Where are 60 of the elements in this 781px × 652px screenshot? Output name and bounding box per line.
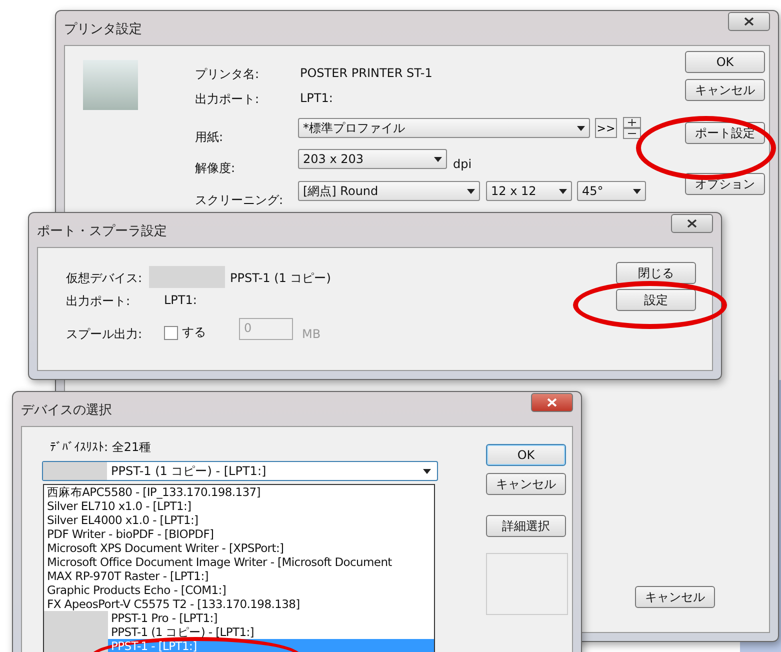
device-list-item[interactable]: FX ApeosPort-V C5575 T2 - [133.170.198.138]: [44, 597, 434, 611]
field-value: POSTER PRINTER ST-1: [300, 66, 432, 80]
redacted-block: [43, 462, 107, 480]
device-list-item[interactable]: 西麻布APC5580 - [IP_133.170.198.137]: [44, 485, 434, 499]
close-icon: [547, 398, 557, 407]
more-button[interactable]: >>: [595, 118, 617, 138]
resolution-select[interactable]: 203 x 203: [298, 149, 447, 169]
device-list-item[interactable]: Silver EL710 x1.0 - [LPT1:]: [44, 499, 434, 513]
device-list-item[interactable]: MAX RP-970T Raster - [LPT1:]: [44, 569, 434, 583]
close-button[interactable]: [671, 214, 713, 233]
field-label: スプール出力:: [66, 326, 142, 343]
field-label: 用紙:: [195, 129, 224, 146]
window-title: デバイスの選択: [21, 402, 112, 419]
device-list-item[interactable]: PDF Writer - bioPDF - [BIOPDF]: [44, 527, 434, 541]
list-label: ﾃﾞﾊﾞｲｽﾘｽﾄ: 全21種: [50, 439, 152, 456]
field-label: 仮想デバイス:: [66, 270, 142, 287]
dialog-button[interactable]: OK: [486, 444, 566, 466]
screening-select[interactable]: 12 x 12: [486, 181, 572, 201]
device-list-item[interactable]: Graphic Products Echo - [COM1:]: [44, 583, 434, 597]
close-icon: [744, 17, 754, 26]
field-label: 出力ポート:: [195, 91, 260, 108]
dialog-button[interactable]: キャンセル: [685, 79, 765, 101]
field-label: スクリーニング:: [195, 192, 284, 209]
unit-label: dpi: [453, 157, 472, 171]
unit-label: MB: [302, 327, 321, 341]
plus-minus-icon[interactable]: [623, 117, 641, 139]
window-title: プリンタ設定: [64, 21, 142, 38]
field-value: PPST-1 (1 コピー): [230, 270, 331, 287]
dropdown-arrow-icon: [559, 188, 567, 194]
printer-photo-placeholder: [83, 60, 138, 110]
dialog-button[interactable]: OK: [685, 51, 765, 73]
field-label: プリンタ名:: [195, 66, 260, 83]
close-icon: [687, 219, 697, 228]
device-combo[interactable]: PPST-1 (1 コピー) - [LPT1:]: [42, 461, 438, 481]
field-value: LPT1:: [300, 91, 333, 105]
device-list-item[interactable]: Silver EL4000 x1.0 - [LPT1:]: [44, 513, 434, 527]
dropdown-arrow-icon: [467, 188, 475, 194]
device-list-item[interactable]: PPST-1 (1 コピー) - [LPT1:]: [108, 625, 434, 639]
dropdown-arrow-icon: [633, 188, 641, 194]
dropdown-arrow-icon: [577, 126, 585, 130]
device-list-item[interactable]: Microsoft Office Document Image Writer - [Microsoft Document: [44, 555, 434, 569]
screening-select[interactable]: 45°: [577, 181, 646, 201]
device-list-item[interactable]: Microsoft XPS Document Writer - [XPSPort:]: [44, 541, 434, 555]
dialog-button[interactable]: 詳細選択: [486, 515, 566, 537]
close-button[interactable]: [531, 393, 573, 412]
close-button[interactable]: [728, 12, 770, 31]
dialog-button[interactable]: キャンセル: [486, 473, 566, 495]
field-label: 解像度:: [195, 160, 236, 177]
device-list-item[interactable]: PPST-1 Pro - [LPT1:]: [108, 611, 434, 625]
dialog-button[interactable]: 設定: [616, 289, 696, 311]
field-value: LPT1:: [164, 293, 197, 307]
dropdown-arrow-icon: [423, 468, 431, 474]
window-title: ポート・スプーラ設定: [37, 223, 167, 240]
paper-select[interactable]: *標準プロファイル: [298, 118, 590, 138]
cancel-button[interactable]: キャンセル: [635, 586, 715, 608]
screening-select[interactable]: [網点] Round: [298, 181, 480, 201]
field-label: 出力ポート:: [66, 293, 130, 310]
dialog-button[interactable]: ポート設定: [685, 122, 765, 144]
dialog-button[interactable]: 閉じる: [616, 262, 696, 284]
dropdown-arrow-icon: [434, 156, 442, 162]
